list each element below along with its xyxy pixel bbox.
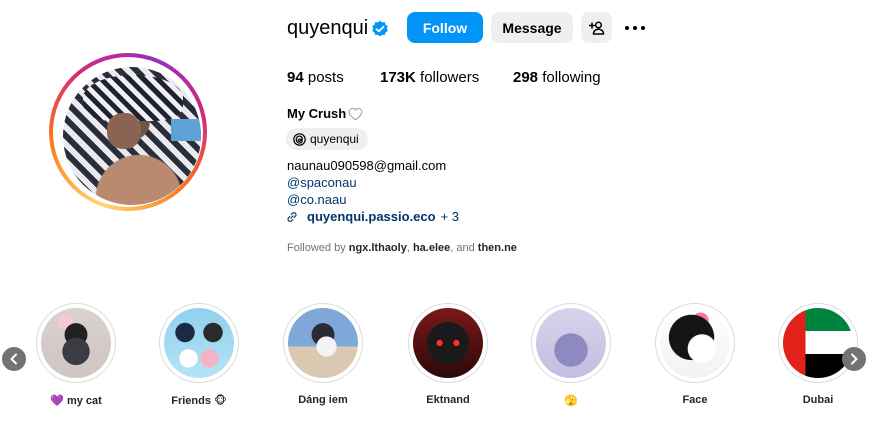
threads-handle: quyenqui [310, 132, 359, 146]
highlight-label: Ektnand [426, 394, 470, 406]
verified-badge-icon [372, 20, 388, 37]
highlight-cover [41, 308, 111, 378]
highlight-ring [531, 303, 611, 383]
highlight-ektnand[interactable]: Ektnand [408, 303, 488, 406]
avatar-sea [171, 119, 201, 141]
highlight-label: Face [682, 394, 708, 406]
followers-label: followers [420, 69, 480, 86]
followers-stat[interactable]: 173K followers [380, 69, 479, 87]
username: quyenqui [287, 17, 369, 39]
highlight-ring [36, 303, 116, 383]
suggest-users-button[interactable] [581, 12, 612, 43]
add-user-icon [588, 20, 604, 35]
bio-mention-conaau[interactable]: @co.naau [287, 192, 346, 208]
highlight-ring [778, 303, 858, 383]
bio-link[interactable]: quyenqui.passio.eco + 3 [286, 209, 459, 224]
highlight-peek-emoji[interactable]: 🫣 [531, 303, 611, 407]
posts-stat: 94 posts [287, 69, 344, 87]
message-button[interactable]: Message [491, 12, 573, 43]
highlight-ring [283, 303, 363, 383]
chevron-right-icon [851, 353, 858, 365]
heart-outline-icon [348, 107, 363, 121]
highlight-label: 🫣 [564, 395, 578, 407]
followed-by-user: then.ne [477, 242, 517, 254]
more-options-icon[interactable] [623, 16, 647, 40]
highlights-next-button[interactable] [842, 347, 866, 371]
highlight-cover [660, 308, 730, 378]
followed-by-user: ha.elee [412, 242, 451, 254]
bio-link-more[interactable]: + 3 [441, 209, 459, 224]
follow-button[interactable]: Follow [407, 12, 483, 43]
avatar-image [63, 67, 201, 205]
bio-mention-spaconau[interactable]: @spaconau [287, 175, 357, 191]
highlight-cover [536, 308, 606, 378]
highlight-friends[interactable]: Friends 🐵 [159, 303, 239, 407]
following-label: following [542, 69, 601, 86]
highlight-cover [288, 308, 358, 378]
highlight-my-cat[interactable]: 💜 my cat [36, 303, 116, 407]
highlight-face[interactable]: Face [655, 303, 735, 406]
highlight-dubai[interactable]: Dubai [778, 303, 858, 406]
link-icon [287, 211, 297, 222]
highlight-cover [413, 308, 483, 378]
threads-icon [293, 132, 306, 146]
bio-email: naunau090598@gmail.com [287, 158, 447, 173]
highlight-dang-iem[interactable]: Dáng iem [283, 303, 363, 406]
avatar-gap [53, 57, 203, 207]
posts-count: 94 [287, 69, 304, 86]
highlight-label: Dubai [802, 394, 834, 406]
following-stat[interactable]: 298 following [513, 69, 601, 87]
followed-by-user: ngx.lthaoly [348, 242, 407, 254]
followed-by-separator: , [406, 242, 410, 254]
threads-badge[interactable]: quyenqui [286, 128, 368, 150]
followed-by-prefix: Followed by [287, 242, 346, 254]
avatar-face [107, 113, 141, 149]
highlight-cover [164, 308, 234, 378]
chevron-left-icon [10, 353, 17, 365]
bio-link-text[interactable]: quyenqui.passio.eco [307, 209, 436, 224]
highlight-ring [159, 303, 239, 383]
followed-by-separator: , and [450, 242, 475, 254]
following-count: 298 [513, 69, 539, 86]
highlight-ring [655, 303, 735, 383]
highlight-label: Dáng iem [298, 394, 348, 406]
highlight-cover [783, 308, 853, 378]
profile-name: My Crush [287, 106, 347, 121]
followers-count: 173K [380, 69, 416, 86]
highlights-prev-button[interactable] [2, 347, 26, 371]
highlight-label: 💜 my cat [50, 395, 102, 407]
posts-label: posts [307, 69, 344, 86]
highlight-ring [408, 303, 488, 383]
highlight-label: Friends 🐵 [171, 395, 227, 407]
profile-avatar[interactable] [49, 53, 207, 211]
followed-by-line[interactable]: Followed by ngx.lthaoly, ha.elee, and th… [287, 242, 517, 254]
